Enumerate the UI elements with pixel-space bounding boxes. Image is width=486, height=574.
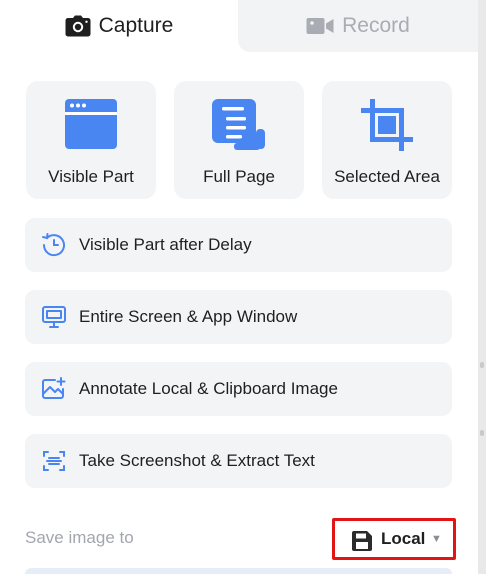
extract-text-button[interactable]: Take Screenshot & Extract Text	[25, 434, 452, 488]
timer-icon	[41, 232, 67, 263]
crop-icon	[361, 99, 413, 156]
selected-area-label: Selected Area	[334, 167, 440, 186]
save-destination-value: Local	[381, 529, 426, 548]
camera-icon	[65, 15, 91, 37]
video-camera-icon	[306, 17, 334, 35]
browser-window-icon	[65, 99, 117, 154]
visible-part-after-delay-label: Visible Part after Delay	[79, 235, 252, 254]
mode-tabs: Capture Record	[0, 0, 478, 52]
annotate-image-label: Annotate Local & Clipboard Image	[79, 379, 338, 398]
visible-part-button[interactable]: Visible Part	[26, 81, 156, 199]
visible-part-label: Visible Part	[48, 167, 134, 186]
save-image-to-label: Save image to	[25, 528, 134, 547]
floppy-disk-icon	[352, 531, 372, 556]
entire-screen-app-window-label: Entire Screen & App Window	[79, 307, 298, 326]
tab-record-label: Record	[342, 14, 410, 37]
monitor-icon	[41, 304, 67, 335]
image-edit-icon	[41, 376, 67, 407]
save-destination-select[interactable]: Local ▼	[332, 518, 456, 560]
scrollbar-mark	[480, 430, 484, 436]
full-page-label: Full Page	[203, 167, 275, 186]
tab-record[interactable]: Record	[238, 0, 478, 52]
visible-part-after-delay-button[interactable]: Visible Part after Delay	[25, 218, 452, 272]
entire-screen-app-window-button[interactable]: Entire Screen & App Window	[25, 290, 452, 344]
tab-capture-label: Capture	[98, 14, 174, 37]
selected-area-button[interactable]: Selected Area	[322, 81, 452, 199]
extract-text-label: Take Screenshot & Extract Text	[79, 451, 315, 470]
scrollbar-mark	[480, 362, 484, 368]
chevron-down-icon: ▼	[431, 533, 442, 545]
text-scan-icon	[41, 448, 67, 479]
scroll-page-icon	[212, 99, 266, 156]
tab-capture[interactable]: Capture	[0, 0, 238, 52]
annotate-image-button[interactable]: Annotate Local & Clipboard Image	[25, 362, 452, 416]
bottom-panel-edge	[25, 568, 452, 574]
scrollbar-track[interactable]	[478, 0, 486, 574]
full-page-button[interactable]: Full Page	[174, 81, 304, 199]
